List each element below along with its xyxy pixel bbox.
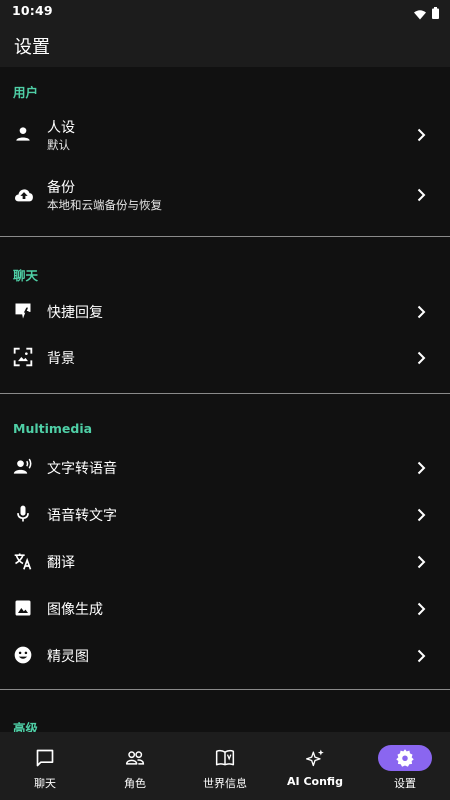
stt-label: 语音转文字 — [47, 508, 117, 524]
chevron-right-icon — [416, 507, 426, 522]
settings-item-tts[interactable]: 文字转语音 — [0, 444, 450, 490]
nav-item-characters[interactable]: 角色 — [90, 732, 180, 800]
translate-icon — [13, 551, 33, 571]
nav-label-ai-config: AI Config — [287, 775, 343, 788]
page-title: 设置 — [14, 37, 50, 58]
nav-item-chat[interactable]: 聊天 — [0, 732, 90, 800]
settings-item-stt[interactable]: 语音转文字 — [0, 491, 450, 537]
chat-bubble-icon — [35, 748, 55, 768]
battery-icon — [432, 4, 439, 23]
settings-item-translate[interactable]: 翻译 — [0, 538, 450, 584]
chevron-right-icon — [416, 187, 426, 202]
settings-item-backup[interactable]: 备份 本地和云端备份与恢复 — [0, 167, 450, 222]
backup-label: 备份 — [47, 180, 75, 196]
cloud-upload-icon — [13, 184, 33, 204]
settings-item-sprites[interactable]: 精灵图 — [0, 632, 450, 678]
chevron-right-icon — [416, 648, 426, 663]
sparkles-icon — [305, 748, 325, 768]
chevron-right-icon — [416, 127, 426, 142]
group-icon — [125, 748, 145, 768]
nav-item-settings[interactable]: 设置 — [360, 732, 450, 800]
chevron-right-icon — [416, 554, 426, 569]
nav-label-world-info: 世界信息 — [203, 777, 247, 790]
persona-sublabel: 默认 — [47, 138, 70, 152]
section-header-multimedia: Multimedia — [13, 421, 93, 436]
settings-item-persona[interactable]: 人设 默认 — [0, 107, 450, 162]
person-icon — [13, 124, 33, 144]
section-divider — [0, 393, 450, 394]
chevron-right-icon — [416, 350, 426, 365]
nav-label-settings: 设置 — [394, 777, 416, 790]
background-label: 背景 — [47, 351, 75, 367]
section-divider — [0, 689, 450, 690]
nav-label-characters: 角色 — [124, 777, 146, 790]
gear-icon — [395, 748, 415, 768]
bottom-navigation: 聊天 角色 世界信息 AI Config 设置 — [0, 732, 450, 800]
settings-item-quick-reply[interactable]: 快捷回复 — [0, 289, 450, 333]
smiley-face-icon — [13, 645, 33, 665]
status-bar: 10:49 — [0, 0, 450, 22]
chevron-right-icon — [416, 304, 426, 319]
section-header-advanced: 高级 — [13, 721, 39, 732]
section-header-user: 用户 — [13, 85, 39, 100]
record-voice-icon — [13, 457, 33, 477]
status-time: 10:49 — [12, 3, 53, 18]
backup-sublabel: 本地和云端备份与恢复 — [47, 198, 162, 212]
section-header-chat: 聊天 — [13, 268, 39, 283]
microphone-icon — [13, 504, 33, 524]
translate-label: 翻译 — [47, 555, 75, 571]
persona-label: 人设 — [47, 120, 75, 136]
section-divider — [0, 236, 450, 237]
quick-reply-icon — [13, 301, 33, 321]
settings-list[interactable]: 用户 人设 默认 备份 本地和云端备份与恢复 聊天 快捷回复 背景 Multim… — [0, 67, 450, 732]
tts-label: 文字转语音 — [47, 461, 117, 477]
nav-label-chat: 聊天 — [34, 777, 56, 790]
wallpaper-icon — [13, 347, 33, 367]
chevron-right-icon — [416, 601, 426, 616]
quick-reply-label: 快捷回复 — [47, 305, 103, 321]
sprites-label: 精灵图 — [47, 649, 89, 665]
nav-item-ai-config[interactable]: AI Config — [270, 732, 360, 800]
settings-item-background[interactable]: 背景 — [0, 335, 450, 379]
app-bar: 设置 — [0, 22, 450, 67]
nav-item-world-info[interactable]: 世界信息 — [180, 732, 270, 800]
chevron-right-icon — [416, 460, 426, 475]
image-icon — [13, 598, 33, 618]
book-icon — [215, 748, 235, 768]
settings-item-image-generation[interactable]: 图像生成 — [0, 585, 450, 631]
image-generation-label: 图像生成 — [47, 602, 103, 618]
